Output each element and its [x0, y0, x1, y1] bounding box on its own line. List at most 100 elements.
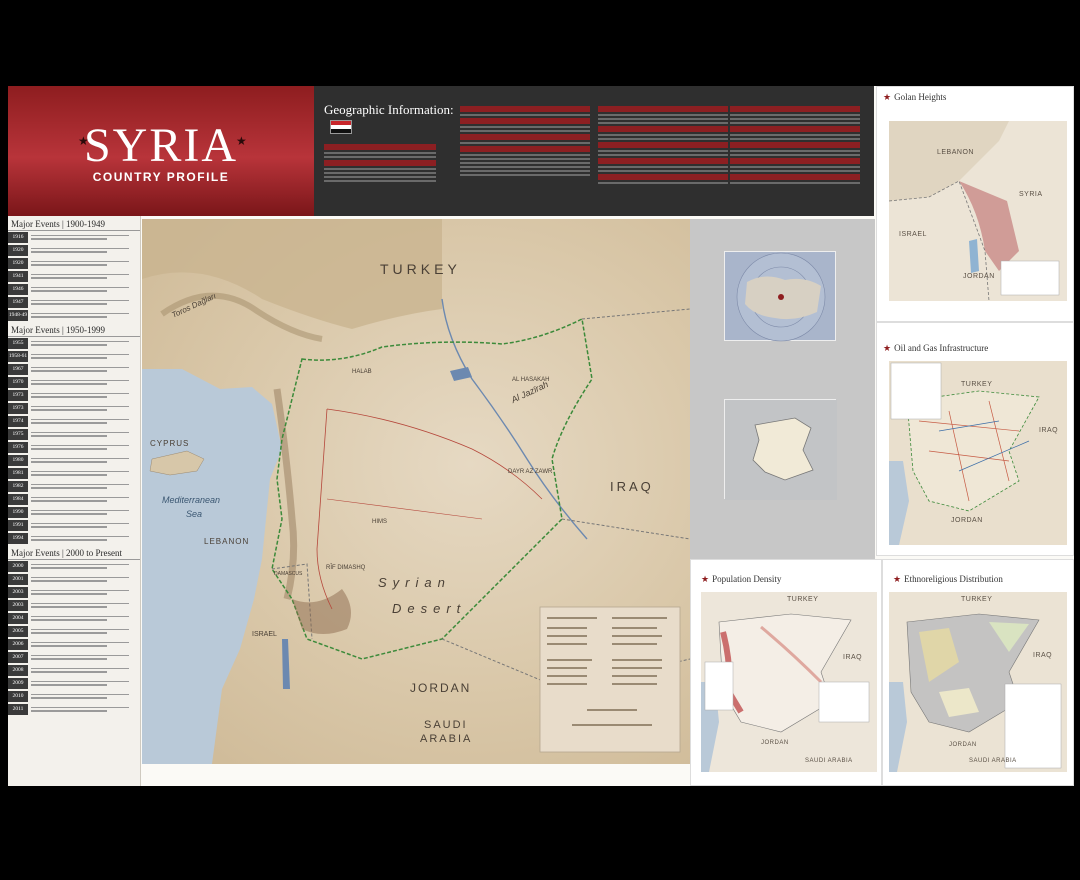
timeline-year: 1970 [8, 376, 28, 388]
timeline-row: 2001 [8, 573, 140, 585]
label-dimashq: RĪF DIMASHQ [326, 565, 366, 571]
golan-label-jordan: JORDAN [963, 273, 995, 280]
star-icon: ★ [893, 574, 902, 584]
page-title: SYRIA [83, 119, 239, 172]
timeline-event-text [28, 246, 140, 255]
timeline-event-text [28, 378, 140, 387]
timeline-event-text [28, 705, 140, 714]
timeline-row: 1967 [8, 363, 140, 375]
timeline-row: 2004 [8, 612, 140, 624]
pop-label-turkey: TURKEY [787, 596, 819, 603]
timeline-year: 1947 [8, 296, 28, 308]
timeline-row: 1991 [8, 519, 140, 531]
timeline-event-text [28, 588, 140, 597]
pop-label-jordan: JORDAN [761, 740, 789, 746]
timeline-row: 1941 [8, 270, 140, 282]
timeline-section-heading: Major Events | 1900-1949 [8, 216, 140, 231]
label-cyprus: CYPRUS [150, 439, 190, 448]
timeline-year: 1941 [8, 270, 28, 282]
label-desert-1: Syrian [378, 575, 451, 590]
timeline-row: 1955 [8, 337, 140, 349]
timeline-year: 2005 [8, 625, 28, 637]
ethno-label-saudi: SAUDI ARABIA [969, 758, 1017, 764]
timeline-row: 1976 [8, 441, 140, 453]
timeline-year: 1980 [8, 454, 28, 466]
timeline-year: 2003 [8, 586, 28, 598]
timeline-event-text [28, 562, 140, 571]
timeline-row: 1981 [8, 467, 140, 479]
timeline-event-text [28, 430, 140, 439]
timeline-row: 1920 [8, 244, 140, 256]
timeline-year: 2001 [8, 573, 28, 585]
label-jordan: JORDAN [410, 681, 472, 695]
timeline-year: 1974 [8, 415, 28, 427]
geo-column [324, 144, 436, 184]
timeline-event-text [28, 298, 140, 307]
timeline-event-text [28, 285, 140, 294]
timeline-year: 1973 [8, 389, 28, 401]
timeline-row: 2009 [8, 677, 140, 689]
timeline-year: 1984 [8, 493, 28, 505]
timeline-year: 1976 [8, 441, 28, 453]
timeline-row: 1973 [8, 389, 140, 401]
timeline-event-text [28, 365, 140, 374]
timeline-year: 1994 [8, 532, 28, 544]
timeline-row: 1947 [8, 296, 140, 308]
events-timeline: Major Events | 1900-1949 1916 1920 1920 1941… [8, 216, 141, 786]
timeline-year: 2011 [8, 703, 28, 715]
label-dayr: DAYR AZ ZAWR [508, 469, 553, 475]
timeline-year: 1990 [8, 506, 28, 518]
timeline-row: 2000 [8, 560, 140, 572]
label-hasakah: AL HASAKAH [512, 377, 550, 383]
euphrates-river [441, 298, 588, 540]
timeline-event-text [28, 601, 140, 610]
label-desert-2: Desert [392, 601, 467, 616]
timeline-event-text [28, 443, 140, 452]
timeline-row: 2006 [8, 638, 140, 650]
pop-label-iraq: IRAQ [843, 654, 863, 661]
timeline-event-text [28, 627, 140, 636]
oil-gas-map: TURKEY IRAQ JORDAN [889, 361, 1067, 545]
globe-locator [724, 251, 836, 342]
label-saudi-1: SAUDI [424, 719, 468, 731]
timeline-event-text [28, 679, 140, 688]
title-block: ★ ★ SYRIA COUNTRY PROFILE [8, 86, 314, 216]
timeline-event-text [28, 575, 140, 584]
timeline-row: 1970 [8, 376, 140, 388]
timeline-year: 1946 [8, 283, 28, 295]
timeline-event-text [28, 692, 140, 701]
timeline-row: 1990 [8, 506, 140, 518]
timeline-event-text [28, 259, 140, 268]
timeline-event-text [28, 640, 140, 649]
star-icon: ★ [701, 574, 710, 584]
timeline-event-text [28, 233, 140, 242]
timeline-year: 1958-61 [8, 350, 28, 362]
timeline-row: 1982 [8, 480, 140, 492]
timeline-year: 2006 [8, 638, 28, 650]
timeline-event-text [28, 508, 140, 517]
timeline-event-text [28, 482, 140, 491]
ethno-label-jordan: JORDAN [949, 742, 977, 748]
timeline-event-text [28, 495, 140, 504]
timeline-event-text [28, 456, 140, 465]
label-lebanon: LEBANON [204, 537, 250, 546]
timeline-year: 1991 [8, 519, 28, 531]
oil-label-turkey: TURKEY [961, 381, 993, 388]
timeline-year: 1955 [8, 337, 28, 349]
timeline-event-text [28, 666, 140, 675]
golan-heights-inset: ★ Golan Heights LEBANON SYRIA ISRAEL JORD… [876, 86, 1074, 322]
timeline-year: 1975 [8, 428, 28, 440]
oil-label-iraq: IRAQ [1039, 427, 1059, 434]
timeline-row: 1916 [8, 231, 140, 243]
golan-label-syria: SYRIA [1019, 191, 1043, 198]
label-saudi-2: ARABIA [420, 733, 473, 745]
geo-column [598, 106, 728, 186]
ethno-heading: ★ Ethnoreligious Distribution [893, 574, 1003, 584]
timeline-row: 2011 [8, 703, 140, 715]
population-heading: ★ Population Density [701, 574, 782, 584]
timeline-year: 2008 [8, 664, 28, 676]
geographic-info-panel: Geographic Information: [314, 86, 874, 216]
label-sea-1: Mediterranean [162, 495, 221, 505]
label-damascus: DAMASCUS [274, 571, 303, 577]
label-turkey: TURKEY [380, 261, 461, 277]
